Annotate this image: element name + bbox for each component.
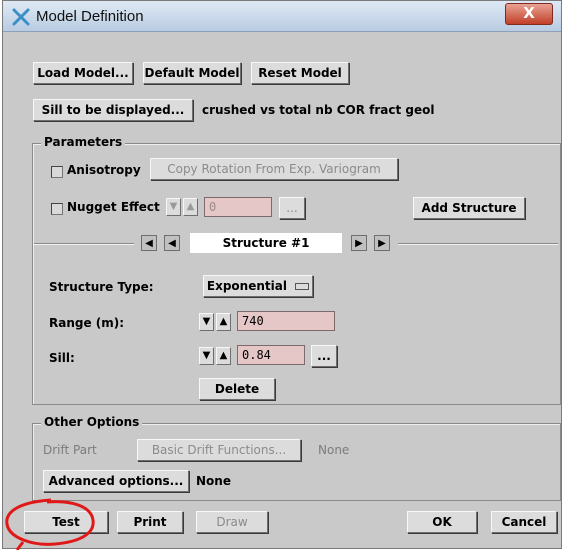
range-increment-button[interactable]: ▲: [216, 313, 231, 331]
title-bar[interactable]: Model Definition X: [3, 1, 561, 32]
sill-more-button[interactable]: ...: [311, 345, 337, 367]
nugget-effect-field[interactable]: 0: [204, 197, 272, 217]
nugget-effect-label: Nugget Effect: [67, 200, 160, 214]
reset-model-button[interactable]: Reset Model: [251, 62, 349, 84]
previous-structure-icon[interactable]: ◀: [164, 235, 180, 251]
structure-type-label: Structure Type:: [49, 280, 154, 294]
range-field[interactable]: 740: [237, 311, 335, 331]
sill-decrement-button[interactable]: ▼: [199, 347, 214, 365]
basic-drift-functions-button[interactable]: Basic Drift Functions...: [137, 439, 301, 461]
anisotropy-label: Anisotropy: [67, 163, 141, 177]
model-definition-dialog: Model Definition X Load Model... Default…: [2, 0, 562, 549]
structure-separator-left: [34, 243, 134, 245]
ok-button[interactable]: OK: [407, 511, 477, 533]
add-structure-button[interactable]: Add Structure: [413, 197, 525, 219]
test-button[interactable]: Test: [24, 511, 108, 533]
default-model-button[interactable]: Default Model: [143, 62, 241, 84]
next-structure-icon[interactable]: ▶: [351, 235, 367, 251]
other-options-group-title: Other Options: [41, 415, 143, 429]
nugget-more-button[interactable]: ...: [279, 197, 305, 219]
structure-type-value: Exponential: [206, 279, 287, 293]
sill-display-value: crushed vs total nb COR fract geol: [202, 103, 435, 117]
range-decrement-button[interactable]: ▼: [199, 313, 214, 331]
range-label: Range (m):: [49, 316, 125, 330]
structure-separator-right: [398, 243, 558, 245]
first-structure-icon[interactable]: ◀: [141, 235, 157, 251]
structure-type-dropdown[interactable]: Exponential: [203, 275, 313, 297]
nugget-increment-button[interactable]: ▲: [183, 198, 198, 216]
structure-title: Structure #1: [190, 233, 342, 253]
load-model-button[interactable]: Load Model...: [33, 62, 133, 84]
app-icon: [12, 8, 30, 26]
nugget-effect-checkbox[interactable]: [51, 203, 63, 215]
dropdown-indicator-icon: [295, 283, 310, 290]
close-button[interactable]: X: [505, 3, 553, 25]
print-button[interactable]: Print: [117, 511, 183, 533]
parameters-group-title: Parameters: [41, 135, 126, 149]
cancel-button[interactable]: Cancel: [491, 511, 557, 533]
copy-rotation-button[interactable]: Copy Rotation From Exp. Variogram: [150, 158, 398, 180]
drift-part-value: None: [318, 443, 350, 457]
parameters-group: Parameters: [32, 135, 561, 405]
nugget-decrement-button[interactable]: ▼: [166, 198, 181, 216]
sill-to-be-displayed-button[interactable]: Sill to be displayed...: [33, 99, 193, 121]
delete-structure-button[interactable]: Delete: [199, 378, 275, 400]
sill-increment-button[interactable]: ▲: [216, 347, 231, 365]
anisotropy-checkbox[interactable]: [51, 166, 63, 178]
sill-field[interactable]: 0.84: [237, 345, 305, 365]
advanced-options-value: None: [196, 474, 231, 488]
draw-button[interactable]: Draw: [196, 511, 268, 533]
advanced-options-button[interactable]: Advanced options...: [43, 470, 189, 492]
sill-label: Sill:: [49, 351, 75, 365]
window-title: Model Definition: [36, 8, 144, 25]
drift-part-label: Drift Part: [43, 443, 97, 457]
last-structure-icon[interactable]: ▶: [374, 235, 390, 251]
